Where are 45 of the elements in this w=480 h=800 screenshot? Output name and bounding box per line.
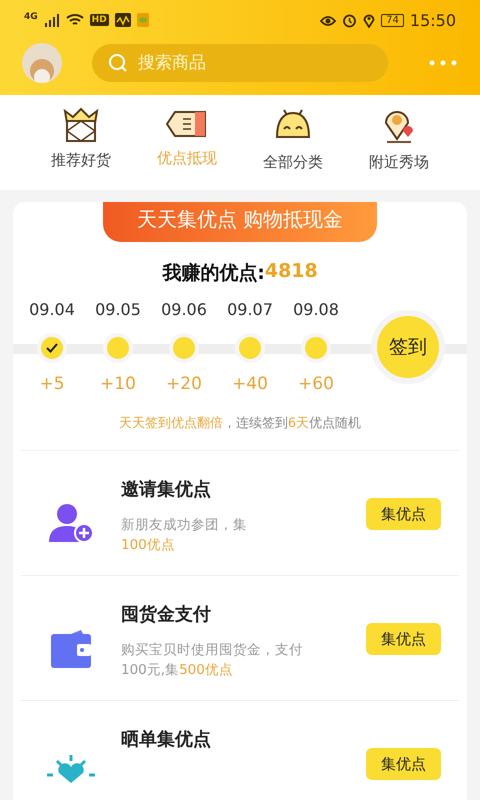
avatar[interactable]	[22, 42, 62, 82]
battery-level: 74	[381, 14, 404, 26]
nav-tab[interactable]: 附近秀场	[369, 107, 429, 172]
task-title: 囤货金支付	[121, 603, 212, 626]
check-in-tip: 天天签到优点翻倍，连续签到6天优点随机	[118, 415, 362, 432]
wifi-icon	[66, 13, 84, 27]
activity-icon	[114, 13, 131, 27]
day-points: +40	[232, 374, 268, 394]
app-notification-icon	[136, 13, 149, 27]
points-value: 4818	[264, 260, 318, 284]
eye-icon	[320, 13, 336, 27]
task-title: 晒单集优点	[121, 728, 212, 751]
hd-indicator: HD	[90, 14, 109, 26]
day-points: +60	[298, 374, 334, 394]
day-points: +10	[100, 374, 136, 394]
alarm-icon	[342, 12, 358, 28]
sign-in-button[interactable]: 签到	[371, 310, 445, 384]
network-type: 4G	[24, 12, 38, 22]
wallet-icon	[49, 628, 93, 670]
collect-points-button[interactable]: 集优点	[366, 498, 441, 530]
search-field[interactable]: 搜索商品	[92, 44, 388, 82]
add-user-icon	[47, 503, 95, 543]
promo-ribbon: 天天集优点 购物抵现金	[102, 202, 378, 242]
collect-points-button[interactable]: 集优点	[366, 748, 441, 780]
day-date: 09.04	[29, 300, 75, 321]
check-icon	[46, 343, 58, 353]
nav-tab[interactable]: 推荐好货	[51, 107, 111, 172]
day-date: 09.08	[293, 300, 339, 321]
nav-tab[interactable]: 全部分类	[263, 107, 323, 172]
day-date: 09.05	[95, 300, 141, 321]
crown-box-icon	[61, 107, 101, 143]
task-description: 新朋友成功参团，集 100优点	[121, 516, 248, 555]
task-title: 邀请集优点	[121, 478, 212, 501]
more-icon[interactable]	[428, 58, 458, 66]
points-label: 我赚的优点:	[162, 261, 265, 286]
signal-icon	[44, 13, 60, 27]
search-icon	[108, 52, 128, 72]
collect-points-button[interactable]: 集优点	[366, 623, 441, 655]
task-description: 购买宝贝时使用囤货金，支付 100元,集500优点	[121, 641, 304, 680]
day-points: +5	[39, 374, 65, 394]
location-icon	[363, 12, 376, 28]
day-date: 09.07	[227, 300, 273, 321]
clock-time: 15:50	[410, 10, 456, 30]
day-points: +20	[166, 374, 202, 394]
day-date: 09.06	[161, 300, 207, 321]
